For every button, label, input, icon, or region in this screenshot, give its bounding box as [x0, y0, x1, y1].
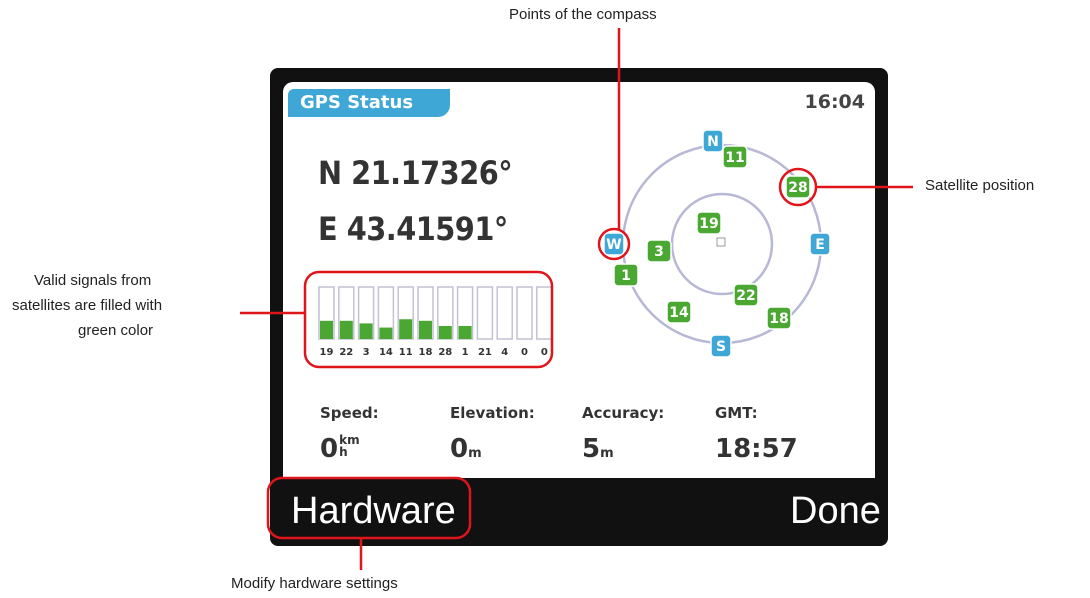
signal-bar-label: 18 [419, 347, 433, 358]
signal-bar-fill [379, 327, 393, 339]
satellite-label: 18 [769, 311, 788, 327]
satellite-label: 28 [788, 180, 807, 196]
signal-bar-fill [399, 319, 413, 339]
satellite-3: 3 [646, 239, 672, 263]
compass-point-label: W [606, 237, 621, 253]
signal-bar [476, 286, 494, 340]
satellite-22: 22 [733, 283, 759, 307]
signal-bar-label: 3 [363, 347, 370, 358]
signal-bar-fill [419, 320, 432, 339]
compass-point-w: W [603, 232, 625, 256]
signal-bar-fill [458, 326, 472, 339]
satellite-label: 14 [669, 305, 689, 321]
signal-bar [496, 286, 513, 340]
signal-bar-fill [339, 320, 353, 339]
signal-bar-fill [438, 326, 452, 339]
signal-bar-label: 14 [379, 347, 393, 358]
signal-strength-chart: 19 22 3 14 11 18 28 1 21 4 0 0 [318, 286, 553, 358]
satellite-14: 14 [666, 300, 692, 324]
signal-bar [536, 286, 553, 340]
satellite-label: 19 [699, 216, 718, 232]
hardware-callout-box [266, 476, 472, 540]
signal-bar [516, 286, 533, 340]
center-marker [716, 237, 726, 247]
compass-point-e: E [809, 232, 831, 256]
signal-bar-label: 21 [478, 347, 492, 358]
signal-bar-label: 22 [339, 347, 353, 358]
signal-bar-label: 1 [462, 347, 469, 358]
signal-bar-label: 11 [399, 347, 413, 358]
signal-bar-fill [320, 320, 333, 339]
signal-bar-label: 0 [521, 347, 528, 358]
signal-bar-fill [359, 323, 373, 339]
sky-plot: N E S W 11 28 19 3 1 22 14 18 [603, 129, 831, 358]
satellite-11: 11 [722, 145, 748, 169]
satellite-1: 1 [613, 263, 639, 287]
graphics-overlay: 19 22 3 14 11 18 28 1 21 4 0 0 N E S W 11 28 19 3 1 22 14 18 [240, 28, 913, 570]
compass-point-label: N [707, 134, 719, 150]
compass-point-n: N [702, 129, 724, 153]
signal-bar-label: 4 [501, 347, 508, 358]
signal-bar-label: 0 [541, 347, 548, 358]
satellite-label: 1 [621, 268, 631, 284]
satellite-18: 18 [766, 306, 792, 330]
satellite-label: 3 [654, 244, 664, 260]
signal-bar-label: 28 [438, 347, 452, 358]
satellite-19: 19 [696, 211, 722, 235]
satellite-label: 11 [725, 150, 744, 166]
compass-point-label: E [815, 237, 825, 253]
compass-point-label: S [716, 339, 726, 355]
compass-point-s: S [710, 334, 732, 358]
satellite-28: 28 [785, 175, 811, 199]
satellite-label: 22 [736, 288, 755, 304]
signal-bar-label: 19 [320, 347, 334, 358]
